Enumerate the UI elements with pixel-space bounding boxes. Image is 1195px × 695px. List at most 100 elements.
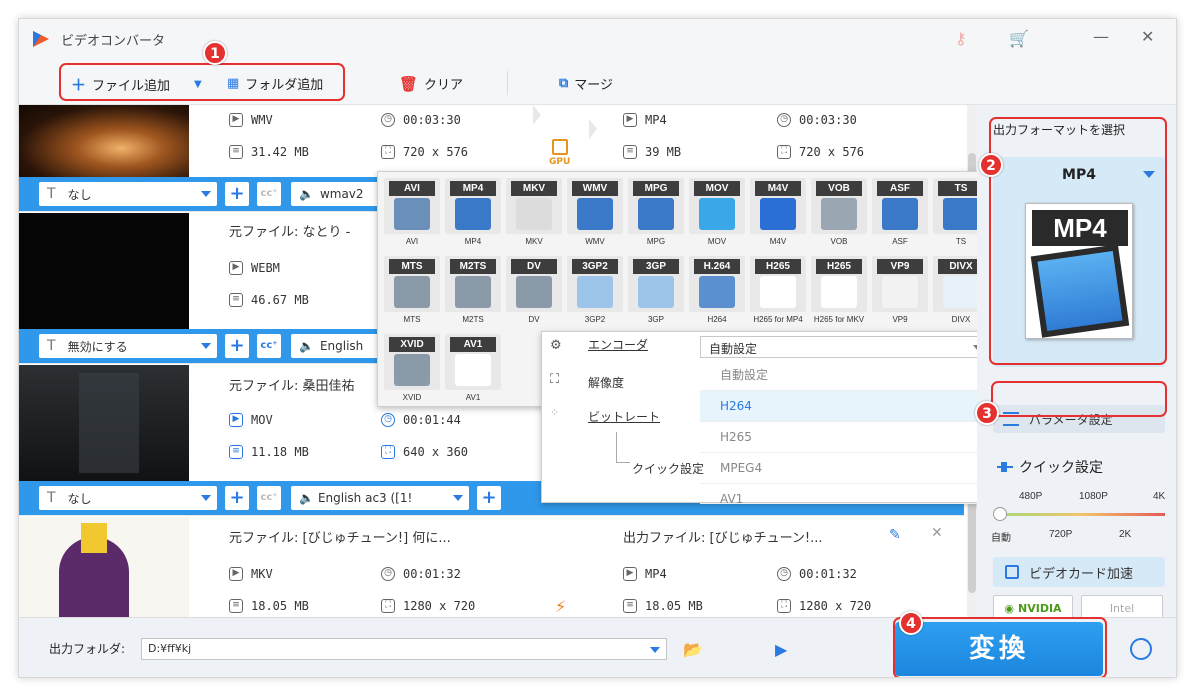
format-item[interactable]: M2TS M2TS <box>445 256 501 328</box>
quality-slider-handle[interactable] <box>993 507 1007 521</box>
row-divider <box>19 515 964 516</box>
alarm-clock-icon[interactable] <box>1130 638 1152 660</box>
format-item[interactable]: AVI AVI <box>384 178 440 250</box>
format-icon: MPG <box>628 178 684 234</box>
format-item[interactable]: AV1 AV1 <box>445 334 501 406</box>
format-art <box>516 276 552 308</box>
subtitle-select[interactable]: T なし <box>39 486 217 510</box>
merge-label: マージ <box>574 78 614 93</box>
format-item[interactable]: WMV WMV <box>567 178 623 250</box>
res-label-4k: 4K <box>1153 491 1166 502</box>
merge-icon: ⧉ <box>559 76 569 91</box>
video-file-icon: ▶ <box>229 261 243 275</box>
building-shape <box>79 373 139 473</box>
encoder-option[interactable]: 自動設定 <box>700 360 990 391</box>
file-icon: ≡ <box>229 293 243 307</box>
open-folder-icon[interactable]: 📂 <box>683 640 703 659</box>
format-item[interactable]: DV DV <box>506 256 562 328</box>
subtitle-select[interactable]: T 無効にする <box>39 334 217 358</box>
format-item[interactable]: MP4 MP4 <box>445 178 501 250</box>
encoder-option[interactable]: H265 <box>700 422 990 453</box>
close-window-button[interactable]: ✕ <box>1141 27 1154 46</box>
src-size: ≡ 46.67 MB <box>229 293 309 307</box>
text-icon: T <box>47 490 56 506</box>
format-icon: 3GP2 <box>567 256 623 312</box>
merge-button[interactable]: ⧉ マージ <box>559 74 613 93</box>
format-label: VP9 <box>892 315 908 324</box>
src-size: ≡ 31.42 MB <box>229 145 309 159</box>
output-video-folder-icon[interactable]: ▶ <box>775 640 787 659</box>
cc-icon[interactable]: cc⁺ <box>257 182 281 206</box>
encoder-option[interactable]: AV1 <box>700 484 990 506</box>
encoder-option[interactable]: MPEG4 <box>700 453 990 484</box>
format-item[interactable]: VOB VOB <box>811 178 867 250</box>
clock-icon: ◷ <box>777 567 791 581</box>
format-item[interactable]: 3GP 3GP <box>628 256 684 328</box>
file-icon: ≡ <box>623 599 637 613</box>
format-item[interactable]: H265 H265 for MKV <box>811 256 867 328</box>
format-art <box>821 198 857 230</box>
highlight-add-file <box>59 63 345 101</box>
format-art <box>943 198 979 230</box>
clock-icon: ◷ <box>381 567 395 581</box>
file-icon: ≡ <box>229 145 243 159</box>
add-subtitle-button[interactable]: + <box>225 486 249 510</box>
text-icon: T <box>47 338 56 354</box>
cc-icon[interactable]: cc⁺ <box>257 486 281 510</box>
step-badge-1: 1 <box>203 41 227 65</box>
format-label: MPG <box>646 237 666 246</box>
out-duration: ◷ 00:03:30 <box>777 113 857 127</box>
add-audio-button[interactable]: + <box>477 486 501 510</box>
video-thumbnail[interactable] <box>19 213 189 329</box>
video-thumbnail[interactable] <box>19 517 189 617</box>
resolution-icon: ⛶ <box>381 445 395 459</box>
format-item[interactable]: H.264 H264 <box>689 256 745 328</box>
gpu-acceleration-button[interactable]: ビデオカード加速 <box>993 557 1165 587</box>
video-thumbnail[interactable] <box>19 105 189 177</box>
format-label: MP4 <box>464 237 482 246</box>
output-folder-input[interactable]: D:¥ff¥kj <box>141 638 667 660</box>
format-item[interactable]: ASF ASF <box>872 178 928 250</box>
format-item[interactable]: M4V M4V <box>750 178 806 250</box>
format-art <box>455 354 491 386</box>
format-tag: H265 <box>755 259 801 274</box>
edit-name-icon[interactable]: ✎ <box>889 527 901 543</box>
tree-line <box>616 432 617 462</box>
tree-line <box>616 462 630 463</box>
format-item[interactable]: MTS MTS <box>384 256 440 328</box>
cc-icon[interactable]: cc⁺ <box>257 334 281 358</box>
format-item[interactable]: H265 H265 for MP4 <box>750 256 806 328</box>
video-thumbnail[interactable] <box>19 365 189 481</box>
src-format: ▶ MKV <box>229 567 273 581</box>
clear-button[interactable]: 🗑 クリア <box>399 74 463 94</box>
format-item[interactable]: 3GP2 3GP2 <box>567 256 623 328</box>
format-item[interactable]: MPG MPG <box>628 178 684 250</box>
video-file-icon: ▶ <box>623 113 637 127</box>
add-subtitle-button[interactable]: + <box>225 334 249 358</box>
format-item[interactable]: MOV MOV <box>689 178 745 250</box>
add-subtitle-button[interactable]: + <box>225 182 249 206</box>
highlight-output-format <box>989 117 1167 365</box>
quality-slider[interactable] <box>999 513 1165 516</box>
encoder-option-h264[interactable]: H264 <box>700 391 990 422</box>
format-art <box>760 276 796 308</box>
audio-select[interactable]: 🔈 wmav2 <box>291 182 381 206</box>
file-icon: ≡ <box>229 445 243 459</box>
highlight-parameter-settings <box>991 381 1167 417</box>
format-item[interactable]: XVID XVID <box>384 334 440 406</box>
minimize-button[interactable]: — <box>1093 27 1109 46</box>
format-icon: WMV <box>567 178 623 234</box>
format-label: ASF <box>892 237 908 246</box>
remove-file-icon[interactable]: ✕ <box>931 525 943 541</box>
audio-select[interactable]: 🔈 English <box>291 334 381 358</box>
format-item[interactable]: VP9 VP9 <box>872 256 928 328</box>
format-item[interactable]: MKV MKV <box>506 178 562 250</box>
cart-icon[interactable]: 🛒 <box>1009 29 1029 48</box>
app-window: ビデオコンバータ ⚷ 🛒 — ✕ ＋ ファイル追加 ▼ ▦ フォルダ追加 🗑 ク… <box>18 18 1177 678</box>
audio-select[interactable]: 🔈 English ac3 ([1! <box>291 486 469 510</box>
key-icon[interactable]: ⚷ <box>955 29 967 48</box>
format-art <box>516 198 552 230</box>
encoder-select[interactable]: 自動設定 <box>700 336 990 358</box>
format-icon: VP9 <box>872 256 928 312</box>
subtitle-select[interactable]: T なし <box>39 182 217 206</box>
